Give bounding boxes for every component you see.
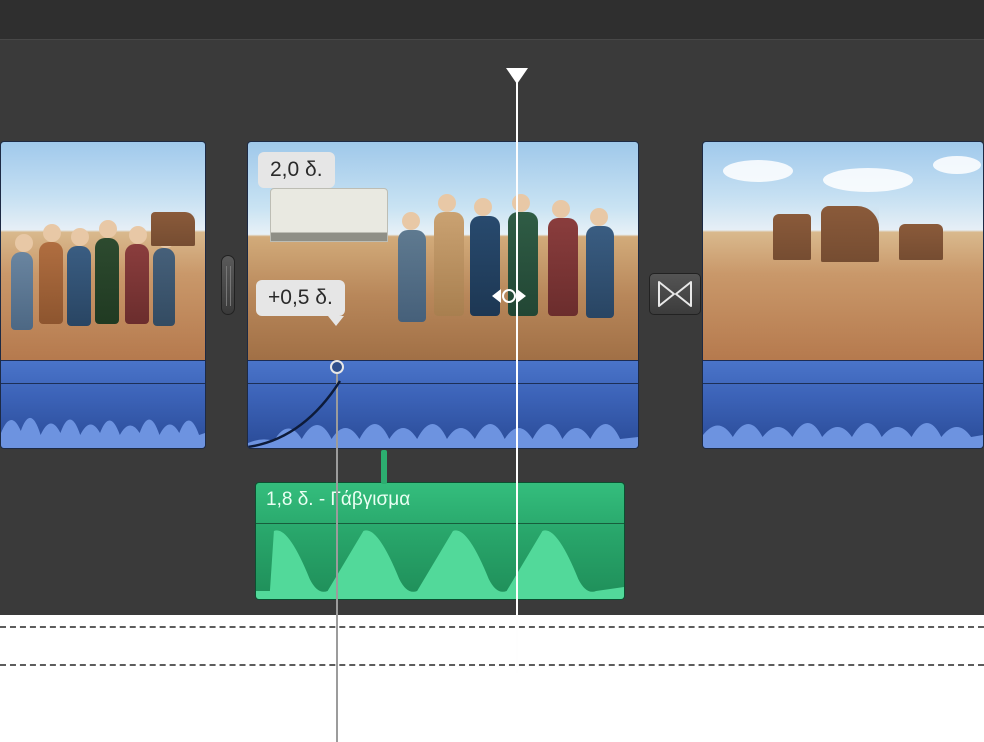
- sfx-connector: [381, 450, 387, 484]
- clip-3-audio[interactable]: [703, 360, 983, 448]
- clip-edge-trim-handle[interactable]: [221, 255, 235, 315]
- volume-keyframe-marker[interactable]: [492, 289, 526, 303]
- video-clip-3[interactable]: [702, 141, 984, 449]
- track-guide-1: [0, 626, 984, 628]
- clip-3-thumbnail: [703, 142, 983, 362]
- timeline-toolbar: [0, 0, 984, 40]
- audio-fade-in-handle[interactable]: [330, 360, 344, 374]
- audio-fade-in-curve: [248, 361, 358, 449]
- clip-1-audio[interactable]: [1, 360, 205, 448]
- sfx-clip-label: 1,8 δ. - Γάβγισμα: [266, 489, 410, 511]
- transition-icon[interactable]: [649, 273, 701, 315]
- sfx-waveform: [256, 521, 624, 599]
- track-guide-2: [0, 664, 984, 666]
- bowtie-icon: [658, 281, 692, 307]
- clip-2-audio[interactable]: [248, 360, 638, 448]
- timeline[interactable]: 2,0 δ. +0,5 δ.: [0, 0, 984, 615]
- fade-offset-tooltip: +0,5 δ.: [256, 280, 345, 316]
- clip-1-waveform: [1, 393, 205, 448]
- playhead-line[interactable]: [516, 68, 518, 673]
- video-clip-1[interactable]: [0, 141, 206, 449]
- fade-offset-tooltip-tail: [328, 316, 344, 326]
- sound-effect-clip[interactable]: 1,8 δ. - Γάβγισμα: [255, 482, 625, 600]
- clip-3-waveform: [703, 393, 983, 448]
- clip-1-thumbnail: [1, 142, 205, 362]
- clip-duration-tooltip: 2,0 δ.: [258, 152, 335, 188]
- playhead-indicator[interactable]: [506, 68, 528, 84]
